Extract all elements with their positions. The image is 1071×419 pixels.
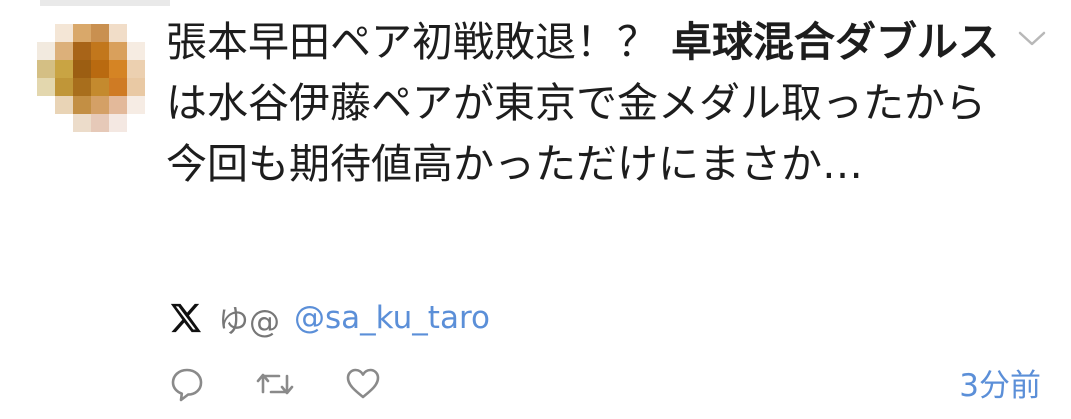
more-options-button[interactable] bbox=[1012, 24, 1052, 54]
post-attribution: ゆ@ @sa_ku_taro bbox=[166, 292, 490, 344]
divider bbox=[40, 0, 170, 6]
repost-button[interactable] bbox=[254, 363, 296, 405]
reply-button[interactable] bbox=[166, 363, 208, 405]
post-text-body: は水谷伊藤ペアが東京で金メダル取ったから今回も期待値高かっただけにまさか… bbox=[166, 79, 986, 188]
like-button[interactable] bbox=[342, 363, 384, 405]
repost-arrows-icon bbox=[256, 373, 294, 395]
post-timestamp[interactable]: 3分前 bbox=[959, 360, 1041, 405]
author-handle-link[interactable]: @sa_ku_taro bbox=[294, 300, 490, 336]
post-text-highlight: 卓球混合ダブルス bbox=[671, 18, 1000, 66]
author-name: ゆ@ bbox=[218, 303, 280, 340]
chevron-down-icon bbox=[1018, 31, 1046, 46]
avatar[interactable] bbox=[37, 24, 145, 132]
post-text: 張本早田ペア初戦敗退！？ 卓球混合ダブルスは水谷伊藤ペアが東京で金メダル取ったか… bbox=[166, 12, 1016, 195]
heart-icon bbox=[346, 368, 380, 399]
action-bar bbox=[166, 356, 384, 412]
post-text-lead: 張本早田ペア初戦敗退！？ bbox=[166, 18, 672, 66]
speech-bubble-icon bbox=[171, 368, 203, 402]
x-logo-icon bbox=[166, 299, 204, 337]
